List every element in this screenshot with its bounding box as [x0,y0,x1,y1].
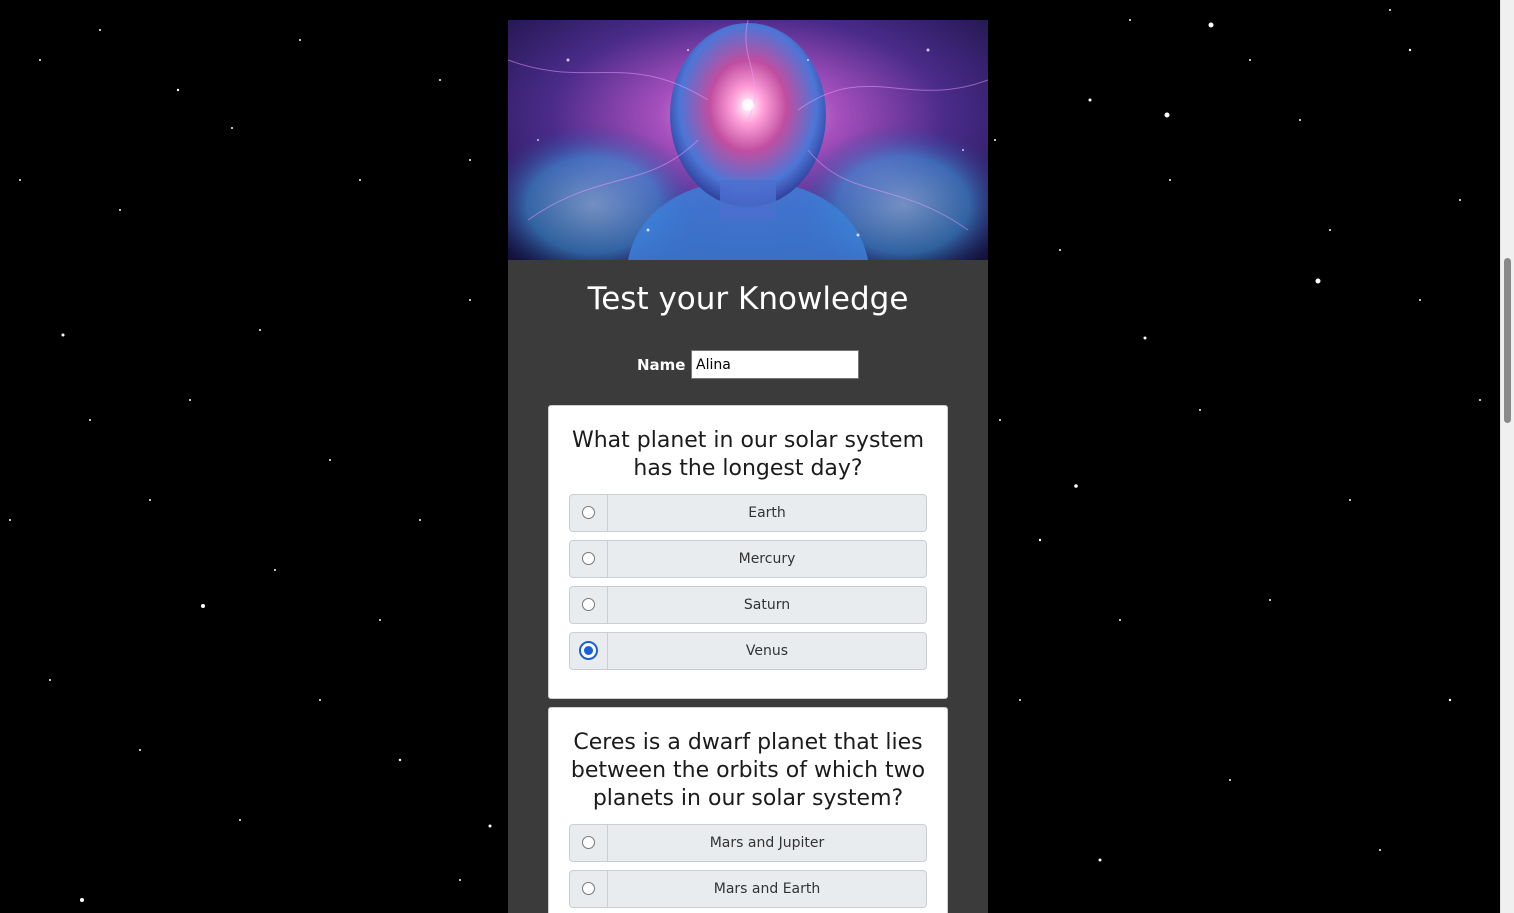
answer-option-venus[interactable]: Venus [569,632,927,670]
question-card: What planet in our solar system has the … [548,405,948,699]
option-label[interactable]: Mercury [608,541,926,577]
radio-cell [570,495,608,531]
radio-cell [570,541,608,577]
cosmic-mind-image [508,20,988,260]
radio-button[interactable] [582,506,595,519]
page-title: Test your Knowledge [587,281,909,317]
option-label[interactable]: Mars and Jupiter [608,825,926,861]
radio-button[interactable] [582,598,595,611]
answer-option-mercury[interactable]: Mercury [569,540,927,578]
answer-option-earth[interactable]: Earth [569,494,927,532]
question-text: Ceres is a dwarf planet that lies betwee… [570,730,926,811]
answer-option-mars-and-earth[interactable]: Mars and Earth [569,870,927,908]
radio-cell [570,587,608,623]
name-input[interactable] [691,350,859,379]
option-label[interactable]: Earth [608,495,926,531]
name-label: Name [637,356,686,374]
radio-button[interactable] [582,882,595,895]
radio-cell [570,871,608,907]
name-row: Name [508,350,988,380]
option-label[interactable]: Mars and Earth [608,871,926,907]
option-label[interactable]: Saturn [608,587,926,623]
page-scrollbar[interactable] [1500,0,1514,913]
scrollbar-thumb[interactable] [1504,258,1511,423]
question-card: Ceres is a dwarf planet that lies betwee… [548,707,948,913]
answer-option-saturn[interactable]: Saturn [569,586,927,624]
radio-button-selected[interactable] [579,641,598,660]
answer-option-mars-and-jupiter[interactable]: Mars and Jupiter [569,824,927,862]
quiz-card: Test your Knowledge Name What planet in … [508,20,988,913]
radio-button[interactable] [582,836,595,849]
radio-cell [570,825,608,861]
question-text: What planet in our solar system has the … [571,428,925,481]
radio-cell [570,633,608,669]
radio-button[interactable] [582,552,595,565]
option-label[interactable]: Venus [608,633,926,669]
